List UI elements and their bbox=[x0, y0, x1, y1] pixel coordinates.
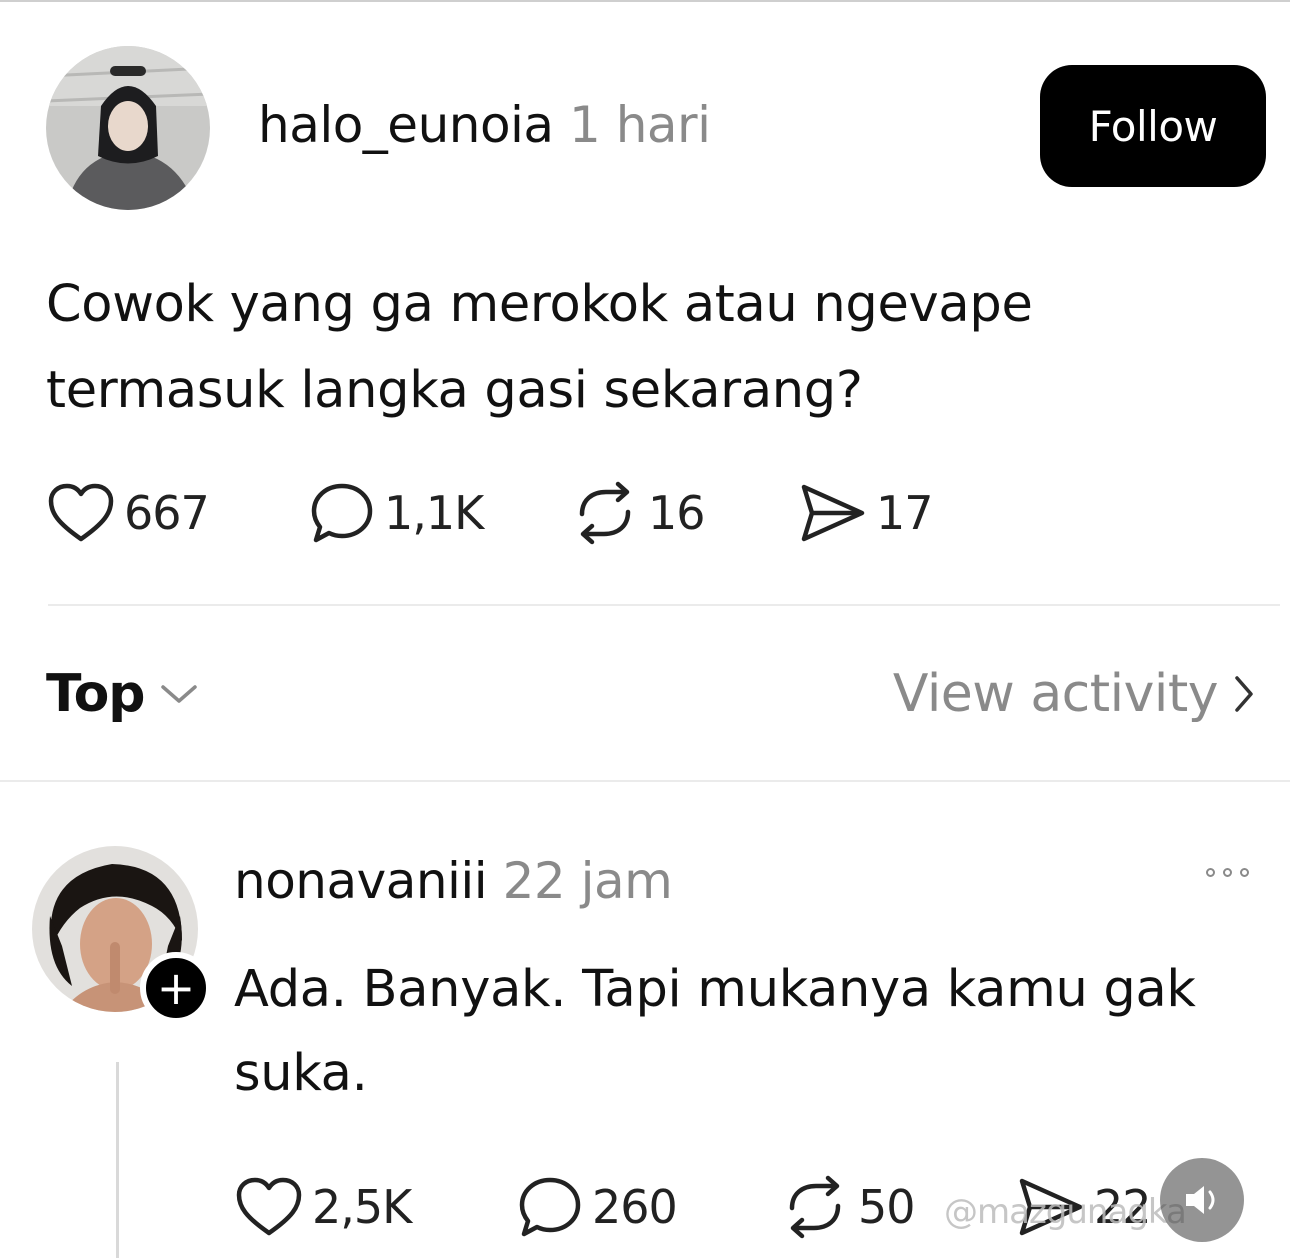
post-time: 1 hari bbox=[568, 96, 711, 154]
like-count: 2,5K bbox=[312, 1180, 412, 1234]
divider bbox=[48, 604, 1280, 606]
post-username[interactable]: halo_eunoia bbox=[258, 96, 554, 154]
chevron-right-icon bbox=[1235, 676, 1253, 712]
like-count: 667 bbox=[124, 486, 210, 540]
reply-button[interactable]: 260 bbox=[516, 1174, 780, 1240]
view-activity-label: View activity bbox=[892, 664, 1219, 724]
reply-count: 1,1K bbox=[384, 486, 484, 540]
reply-time: 22 jam bbox=[502, 852, 673, 910]
reply-username[interactable]: nonavaniii bbox=[234, 852, 488, 910]
sort-label: Top bbox=[46, 664, 146, 724]
share-button[interactable]: 17 bbox=[798, 481, 934, 545]
repost-count: 50 bbox=[858, 1180, 916, 1234]
top-border bbox=[0, 0, 1290, 2]
plus-icon: + bbox=[156, 961, 196, 1015]
speaker-icon bbox=[1186, 1186, 1215, 1214]
repost-count: 16 bbox=[648, 486, 706, 540]
repost-icon bbox=[579, 481, 631, 545]
reply-text-line: suka. bbox=[234, 1044, 368, 1103]
sort-dropdown[interactable]: Top bbox=[46, 664, 199, 724]
post-author-line: halo_eunoia 1 hari bbox=[258, 96, 711, 154]
comment-bubble-icon bbox=[519, 1177, 581, 1237]
reply-button[interactable]: 1,1K bbox=[308, 480, 570, 546]
post-actions: 667 1,1K 16 17 bbox=[46, 480, 934, 546]
thread-line bbox=[116, 1062, 119, 1258]
view-activity-link[interactable]: View activity bbox=[893, 664, 1256, 724]
chevron-down-icon bbox=[160, 685, 197, 703]
more-dots-icon bbox=[1223, 868, 1232, 877]
send-icon bbox=[801, 484, 865, 542]
heart-icon bbox=[48, 483, 114, 542]
post-author-avatar[interactable] bbox=[46, 46, 210, 210]
more-dots-icon bbox=[1206, 868, 1215, 877]
repost-button[interactable]: 16 bbox=[570, 480, 798, 546]
more-options-button[interactable] bbox=[1206, 868, 1249, 877]
comment-bubble-icon bbox=[311, 483, 373, 543]
sound-button[interactable] bbox=[1160, 1158, 1244, 1242]
divider bbox=[0, 780, 1290, 782]
share-count: 17 bbox=[876, 486, 934, 540]
tiktok-watermark: @mazgunagka bbox=[944, 1192, 1187, 1232]
reply-text-line: Ada. Banyak. Tapi mukanya kamu gak bbox=[234, 960, 1196, 1019]
follow-button[interactable]: Follow bbox=[1040, 65, 1266, 187]
post-text-line: termasuk langka gasi sekarang? bbox=[46, 361, 863, 420]
follow-plus-button[interactable]: + bbox=[140, 952, 212, 1024]
reply-author-line: nonavaniii 22 jam bbox=[234, 852, 673, 910]
reply-text: Ada. Banyak. Tapi mukanya kamu gak suka. bbox=[234, 948, 1254, 1116]
post-text: Cowok yang ga merokok atau ngevape terma… bbox=[46, 262, 1226, 434]
more-dots-icon bbox=[1240, 868, 1249, 877]
repost-icon bbox=[789, 1175, 841, 1239]
like-button[interactable]: 2,5K bbox=[234, 1175, 516, 1239]
like-button[interactable]: 667 bbox=[46, 481, 308, 545]
heart-icon bbox=[236, 1177, 302, 1236]
post-text-line: Cowok yang ga merokok atau ngevape bbox=[46, 275, 1033, 334]
reply-count: 260 bbox=[592, 1180, 678, 1234]
